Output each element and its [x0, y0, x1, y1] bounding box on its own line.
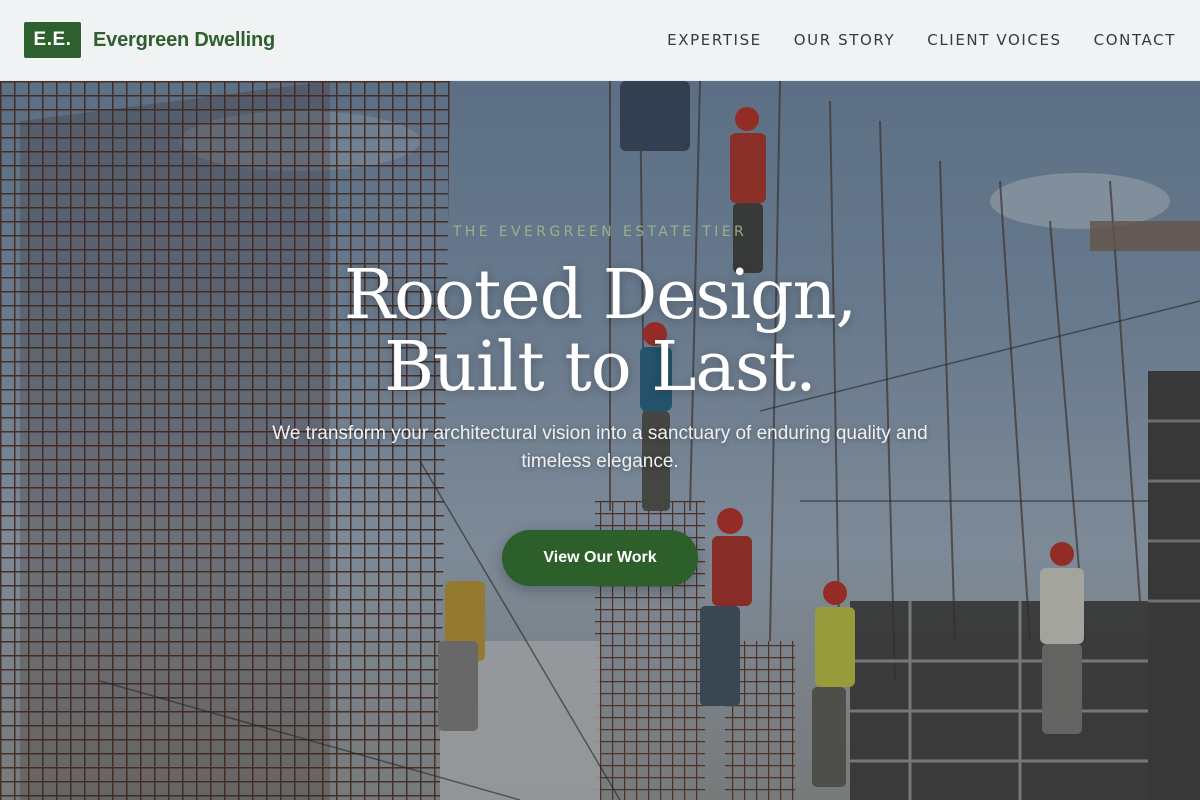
hero-content: THE EVERGREEN ESTATE TIER Rooted Design,… [0, 81, 1200, 800]
hero-headline-line-1: Rooted Design, [343, 256, 857, 335]
hero-eyebrow: THE EVERGREEN ESTATE TIER [452, 224, 748, 240]
view-our-work-button[interactable]: View Our Work [502, 530, 698, 586]
main-nav: EXPERTISE OUR STORY CLIENT VOICES CONTAC… [667, 31, 1176, 49]
nav-link-contact[interactable]: CONTACT [1094, 31, 1176, 49]
nav-link-client-voices[interactable]: CLIENT VOICES [927, 31, 1061, 49]
hero-subhead: We transform your architectural vision i… [272, 423, 928, 472]
site-header: E.E. Evergreen Dwelling EXPERTISE OUR ST… [0, 0, 1200, 81]
brand-home-link[interactable]: E.E. Evergreen Dwelling [24, 22, 275, 58]
brand-logo: E.E. [24, 22, 81, 58]
hero-headline: Rooted Design, Built to Last. [343, 256, 857, 407]
hero-section: THE EVERGREEN ESTATE TIER Rooted Design,… [0, 81, 1200, 800]
nav-link-our-story[interactable]: OUR STORY [794, 31, 896, 49]
nav-link-expertise[interactable]: EXPERTISE [667, 31, 762, 49]
brand-name: Evergreen Dwelling [93, 28, 276, 51]
hero-headline-line-2: Built to Last. [384, 328, 817, 407]
